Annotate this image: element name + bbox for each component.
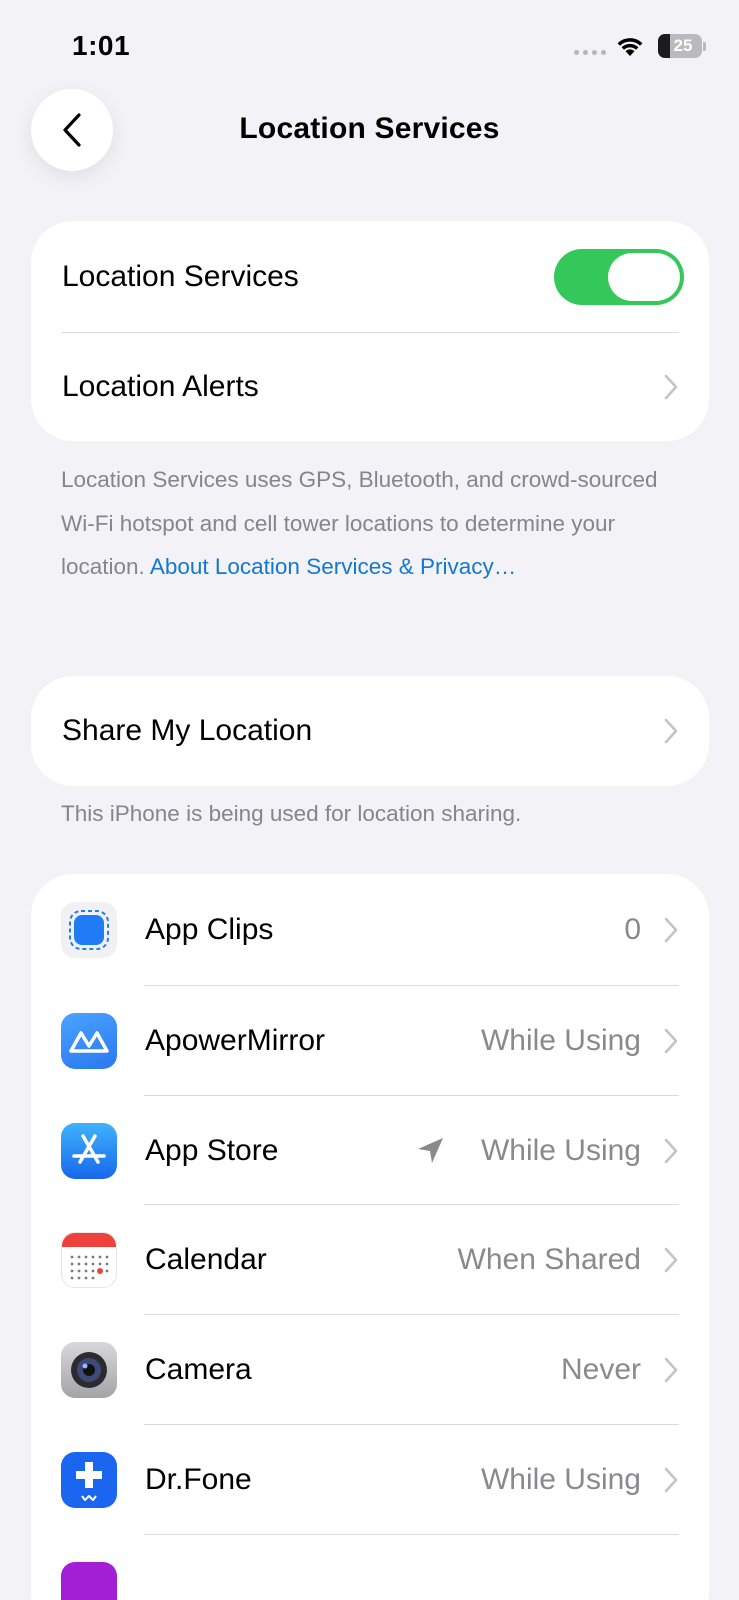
share-location-footnote: This iPhone is being used for location s… — [61, 801, 522, 826]
app-permission-value: When Shared — [457, 1243, 641, 1276]
page-title: Location Services — [239, 112, 500, 145]
app-clips-icon — [61, 902, 117, 958]
chevron-right-icon — [664, 1247, 678, 1273]
app-name: ApowerMirror — [145, 1024, 326, 1057]
app-name: App Clips — [145, 913, 274, 946]
battery-cap — [703, 42, 706, 51]
app-permission-value: While Using — [480, 1024, 641, 1057]
share-location-group: Share My Location — [31, 676, 709, 786]
screen: 1:01 25 Location Services Location Servi… — [0, 0, 739, 1600]
app-permission-value: 0 — [624, 913, 641, 946]
chevron-right-icon — [664, 1357, 678, 1383]
location-alerts-label: Location Alerts — [62, 370, 259, 403]
app-permission-value: While Using — [480, 1463, 641, 1496]
status-time: 1:01 — [72, 30, 131, 61]
app-permission-value: Never — [560, 1353, 641, 1386]
chevron-right-icon — [664, 1467, 678, 1493]
app-name: Calendar — [145, 1243, 267, 1276]
app-row-app-clips[interactable]: App Clips 0 — [31, 874, 709, 986]
chevron-right-icon — [664, 1028, 678, 1054]
location-services-toggle[interactable] — [554, 249, 684, 305]
app-row-drfone[interactable]: Dr.Fone While Using — [31, 1425, 709, 1535]
share-my-location-row[interactable]: Share My Location — [31, 676, 709, 786]
app-row-apowermirror[interactable]: ApowerMirror While Using — [31, 986, 709, 1096]
chevron-right-icon — [664, 917, 678, 943]
location-alerts-row[interactable]: Location Alerts — [31, 333, 709, 441]
toggle-knob — [608, 253, 680, 301]
battery-icon: 25 — [658, 34, 702, 58]
chevron-right-icon — [664, 374, 678, 400]
battery-level: 25 — [673, 36, 693, 55]
share-my-location-label: Share My Location — [62, 714, 313, 747]
app-row-calendar[interactable]: Calendar When Shared — [31, 1205, 709, 1315]
location-arrow-icon — [418, 1137, 443, 1163]
drfone-icon — [61, 1452, 117, 1508]
app-permission-value: While Using — [480, 1133, 641, 1167]
app-row-app-store[interactable]: App Store While Using — [31, 1096, 709, 1205]
apps-group: App Clips 0 ApowerMirror While Using App… — [31, 874, 709, 1600]
app-name: App Store — [145, 1133, 279, 1167]
app-row-camera[interactable]: Camera Never — [31, 1315, 709, 1425]
calendar-icon — [61, 1232, 117, 1288]
app-row-partial[interactable] — [31, 1535, 709, 1600]
status-bar: 1:01 25 — [0, 0, 739, 90]
location-services-footnote: Location Services uses GPS, Bluetooth, a… — [61, 458, 671, 589]
app-icon — [61, 1562, 117, 1600]
app-store-icon — [61, 1122, 117, 1179]
location-services-label: Location Services — [62, 260, 299, 293]
app-name: Camera — [145, 1353, 252, 1386]
camera-icon — [61, 1342, 117, 1398]
about-location-privacy-link[interactable]: About Location Services & Privacy… — [150, 554, 516, 579]
chevron-right-icon — [664, 1138, 678, 1163]
location-services-row: Location Services — [31, 221, 709, 333]
location-services-group: Location Services Location Alerts — [31, 221, 709, 441]
apowermirror-icon — [61, 1013, 117, 1069]
wifi-icon — [617, 38, 643, 56]
cellular-signal-icon — [574, 50, 606, 55]
app-name: Dr.Fone — [145, 1463, 252, 1496]
chevron-right-icon — [664, 718, 678, 744]
